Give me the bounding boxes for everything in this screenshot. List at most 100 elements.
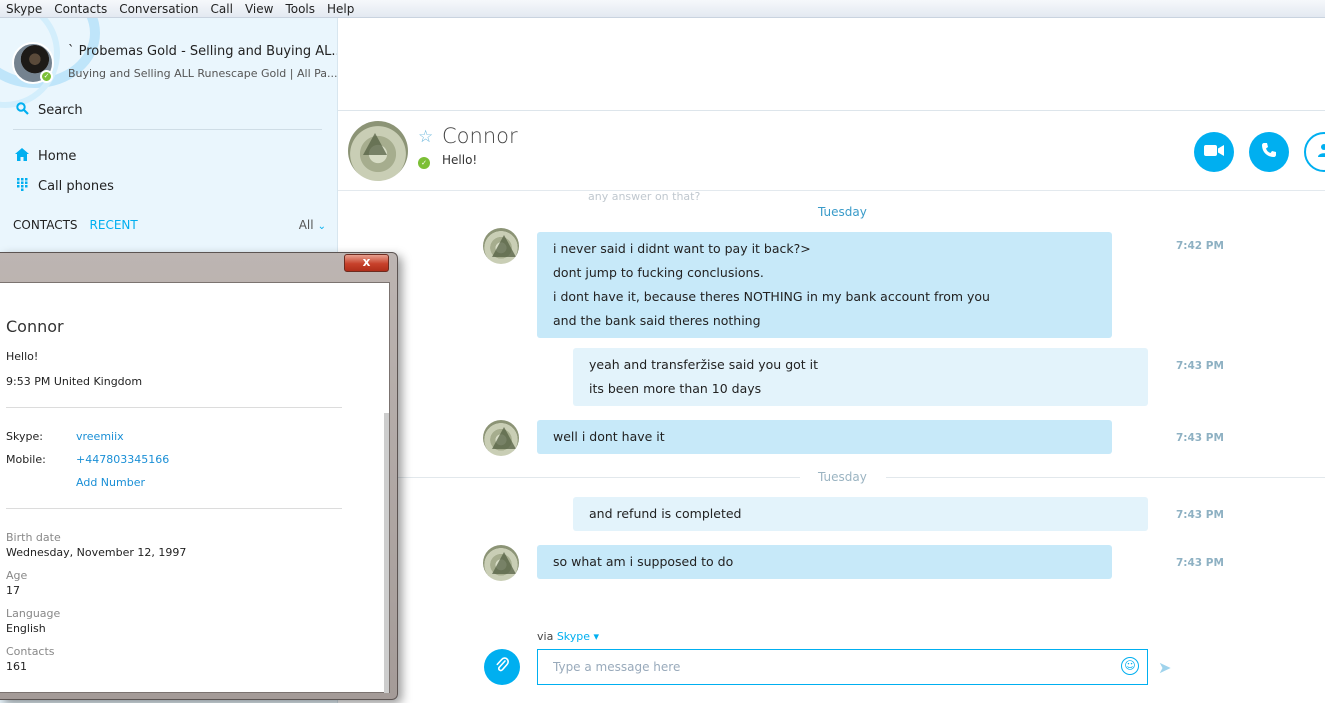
menu-skype[interactable]: Skype: [0, 2, 48, 16]
message-text: and refund is completed: [589, 506, 742, 521]
day-separator: Tuesday: [818, 470, 867, 484]
conversation-header: ☆ Connor ✓ Hello!: [338, 110, 1325, 191]
menu-tools[interactable]: Tools: [279, 2, 321, 16]
video-call-icon: [1204, 142, 1224, 162]
message-text: so what am i supposed to do: [553, 554, 734, 569]
birth-date-label: Birth date: [6, 531, 61, 544]
message-input[interactable]: [537, 649, 1148, 685]
my-profile[interactable]: ✓ ` Probemas Gold - Selling and Buying A…: [12, 40, 337, 90]
profile-name: ` Probemas Gold - Selling and Buying AL.…: [68, 44, 338, 59]
divider: [338, 477, 800, 478]
search-label: Search: [38, 103, 83, 118]
divider: [6, 407, 342, 408]
language-label: Language: [6, 607, 61, 620]
contact-name[interactable]: Connor: [442, 124, 518, 148]
contact-profile-window: x Connor Hello! 9:53 PM United Kingdom S…: [0, 252, 398, 700]
message-bubble: and refund is completed: [573, 497, 1148, 531]
phone-icon: [1261, 142, 1277, 163]
divider: [6, 508, 342, 509]
contact-tabs: CONTACTS RECENT All ⌄: [13, 218, 326, 232]
day-separator: Tuesday: [818, 205, 867, 219]
via-label: via: [537, 630, 554, 643]
profile-contact-name: Connor: [6, 317, 64, 336]
contact-avatar[interactable]: [348, 121, 408, 181]
sidebar-item-label: Call phones: [38, 179, 114, 194]
menu-call[interactable]: Call: [205, 2, 239, 16]
tab-recent[interactable]: RECENT: [90, 218, 138, 232]
message-avatar[interactable]: [483, 228, 519, 264]
age-value: 17: [6, 584, 20, 597]
message-time: 7:43 PM: [1176, 360, 1224, 372]
contacts-count-label: Contacts: [6, 645, 55, 658]
divider: [13, 129, 322, 130]
profile-contact-mood: Hello!: [6, 350, 39, 363]
message-avatar[interactable]: [483, 545, 519, 581]
message-text: dont jump to fucking conclusions.: [553, 265, 764, 280]
contact-mood: Hello!: [442, 153, 478, 167]
skype-id-label: Skype:: [6, 430, 43, 443]
faded-previous-message: any answer on that?: [588, 190, 701, 203]
language-value: English: [6, 622, 46, 635]
menu-view[interactable]: View: [239, 2, 279, 16]
message-text: i never said i didnt want to pay it back…: [553, 241, 811, 256]
tab-contacts[interactable]: CONTACTS: [13, 218, 78, 232]
scrollbar[interactable]: [384, 413, 389, 693]
menu-bar: Skype Contacts Conversation Call View To…: [0, 0, 1325, 18]
message-text: i dont have it, because theres NOTHING i…: [553, 289, 990, 304]
message-text: yeah and transferžise said you got it: [589, 357, 819, 372]
add-people-button[interactable]: [1304, 132, 1325, 172]
message-time: 7:43 PM: [1176, 432, 1224, 444]
filter-all-label: All: [298, 218, 314, 232]
attach-button[interactable]: [484, 649, 520, 685]
mobile-label: Mobile:: [6, 453, 46, 466]
contacts-count-value: 161: [6, 660, 27, 673]
star-icon[interactable]: ☆: [418, 127, 433, 147]
message-time: 7:42 PM: [1176, 240, 1224, 252]
add-number-link[interactable]: Add Number: [76, 476, 145, 489]
via-service: Skype: [556, 630, 591, 643]
paperclip-icon: [495, 656, 509, 679]
message-bubble: yeah and transferžise said you got it it…: [573, 348, 1148, 406]
profile-icon: [1317, 142, 1325, 162]
home-icon: [13, 148, 31, 165]
mobile-number-link[interactable]: +447803345166: [76, 453, 169, 466]
chevron-down-icon: ⌄: [317, 221, 326, 232]
search-button[interactable]: Search: [13, 102, 83, 119]
sidebar-item-call-phones[interactable]: Call phones: [13, 178, 114, 195]
profile-local-time: 9:53 PM United Kingdom: [6, 375, 143, 388]
close-button[interactable]: x: [344, 254, 389, 272]
conversation-pane: ☆ Connor ✓ Hello! any answer on that? Tu…: [338, 18, 1325, 703]
send-icon[interactable]: ➤: [1158, 658, 1171, 677]
message-text: its been more than 10 days: [589, 381, 762, 396]
profile-mood: Buying and Selling ALL Runescape Gold | …: [68, 67, 338, 80]
emoji-icon[interactable]: ☺: [1121, 657, 1139, 675]
message-text: well i dont have it: [553, 429, 665, 444]
online-status-icon: ✓: [418, 157, 430, 169]
video-call-button[interactable]: [1194, 132, 1234, 172]
search-icon: [13, 102, 31, 119]
menu-help[interactable]: Help: [321, 2, 360, 16]
age-label: Age: [6, 569, 28, 582]
message-avatar[interactable]: [483, 420, 519, 456]
message-bubble: so what am i supposed to do: [537, 545, 1112, 579]
message-text: and the bank said theres nothing: [553, 313, 761, 328]
audio-call-button[interactable]: [1249, 132, 1289, 172]
birth-date-value: Wednesday, November 12, 1997: [6, 546, 187, 559]
filter-all-dropdown[interactable]: All ⌄: [299, 218, 326, 232]
chevron-down-icon: ▾: [590, 630, 600, 643]
message-bubble: well i dont have it: [537, 420, 1112, 454]
contact-profile-body: Connor Hello! 9:53 PM United Kingdom Sky…: [0, 282, 390, 693]
divider: [886, 477, 1325, 478]
online-status-icon: ✓: [40, 70, 53, 83]
via-service-selector[interactable]: via Skype ▾: [537, 630, 599, 643]
close-icon: x: [362, 255, 371, 269]
message-time: 7:43 PM: [1176, 557, 1224, 569]
message-bubble: i never said i didnt want to pay it back…: [537, 232, 1112, 338]
menu-conversation[interactable]: Conversation: [113, 2, 204, 16]
message-time: 7:43 PM: [1176, 509, 1224, 521]
sidebar-item-home[interactable]: Home: [13, 148, 76, 165]
skype-id-link[interactable]: vreemiix: [76, 430, 124, 443]
dialpad-icon: [13, 178, 31, 195]
menu-contacts[interactable]: Contacts: [48, 2, 113, 16]
sidebar-item-label: Home: [38, 149, 77, 164]
